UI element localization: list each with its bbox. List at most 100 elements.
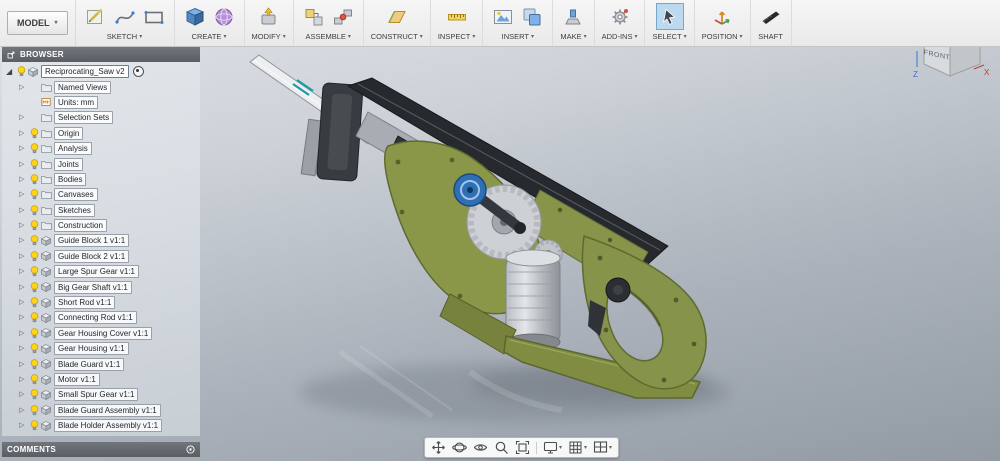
- construction-plane-button[interactable]: [384, 4, 410, 29]
- visibility-bulb-icon[interactable]: [30, 297, 41, 308]
- visibility-bulb-icon[interactable]: [30, 343, 41, 354]
- browser-item-label[interactable]: Bodies: [54, 172, 87, 186]
- toolbar-group-label[interactable]: MODIFY ▾: [252, 32, 286, 41]
- expand-arrow-icon[interactable]: ▷: [19, 237, 30, 244]
- shaft-blade-button[interactable]: [758, 4, 784, 29]
- browser-item-label[interactable]: Large Spur Gear v1:1: [54, 265, 139, 279]
- spline-button[interactable]: [112, 4, 138, 29]
- visibility-bulb-icon[interactable]: [30, 189, 41, 200]
- expand-arrow-icon[interactable]: ▷: [19, 422, 30, 429]
- browser-item[interactable]: ▷ Bodies: [2, 172, 200, 187]
- visibility-bulb-icon[interactable]: [30, 158, 41, 170]
- browser-item[interactable]: ▷ Big Gear Shaft v1:1: [2, 279, 200, 294]
- visibility-bulb-icon[interactable]: [30, 266, 41, 277]
- browser-item[interactable]: ▷ Gear Housing Cover v1:1: [2, 326, 200, 341]
- visibility-bulb-icon[interactable]: [30, 143, 41, 154]
- toolbar-group-label[interactable]: CONSTRUCT ▾: [371, 32, 423, 41]
- browser-item[interactable]: ▷ Joints: [2, 156, 200, 171]
- visibility-bulb-icon[interactable]: [30, 389, 41, 400]
- visibility-bulb-icon[interactable]: [30, 127, 41, 139]
- browser-item-label[interactable]: Origin: [54, 126, 84, 140]
- visibility-bulb-icon[interactable]: [30, 204, 41, 216]
- browser-item-label[interactable]: Big Gear Shaft v1:1: [54, 280, 132, 294]
- browser-item[interactable]: ▷ Origin: [2, 126, 200, 141]
- browser-item[interactable]: ▷ Selection Sets: [2, 110, 200, 125]
- comment-indicator-icon[interactable]: [186, 445, 195, 454]
- visibility-bulb-icon[interactable]: [30, 235, 41, 246]
- display-settings-button[interactable]: ▾: [540, 439, 565, 456]
- browser-item-label[interactable]: Gear Housing v1:1: [54, 342, 129, 356]
- press-pull-button[interactable]: [256, 4, 282, 29]
- browser-header[interactable]: BROWSER: [2, 47, 200, 62]
- browser-item-label[interactable]: Sketches: [54, 203, 95, 217]
- browser-item-label[interactable]: Units: mm: [54, 95, 98, 109]
- saw-model[interactable]: [249, 54, 707, 399]
- workspace-switcher[interactable]: MODEL ▾: [7, 11, 68, 35]
- toolbar-group-label[interactable]: SHAFT: [758, 32, 783, 41]
- toolbar-group-label[interactable]: INSERT ▾: [502, 32, 534, 41]
- new-component-button[interactable]: [301, 4, 327, 29]
- viewports-button[interactable]: ▾: [590, 439, 615, 456]
- handle-knob[interactable]: [605, 277, 631, 303]
- orbit-button[interactable]: [449, 439, 470, 456]
- browser-item[interactable]: ▷ Blade Holder Assembly v1:1: [2, 418, 200, 433]
- primitive-box-button[interactable]: [182, 4, 208, 29]
- toolbar-group-label[interactable]: CREATE ▾: [192, 32, 227, 41]
- browser-item-label[interactable]: Short Rod v1:1: [54, 296, 116, 310]
- browser-item-label[interactable]: Joints: [54, 157, 83, 171]
- expand-arrow-icon[interactable]: ▷: [19, 84, 30, 91]
- attached-canvas-button[interactable]: [490, 4, 516, 29]
- expand-arrow-icon[interactable]: ▷: [19, 176, 30, 183]
- expand-arrow-icon[interactable]: ▷: [19, 161, 30, 168]
- expand-arrow-icon[interactable]: ▷: [19, 253, 30, 260]
- visibility-bulb-icon[interactable]: [30, 358, 41, 370]
- toolbar-group-label[interactable]: MAKE ▾: [560, 32, 586, 41]
- browser-item[interactable]: ▷ Construction: [2, 218, 200, 233]
- comments-bar[interactable]: COMMENTS: [2, 442, 200, 457]
- browser-item-label[interactable]: Analysis: [54, 142, 92, 156]
- toolbar-group-label[interactable]: SELECT ▾: [652, 32, 686, 41]
- expand-arrow-icon[interactable]: ▷: [19, 222, 30, 229]
- browser-item-label[interactable]: Blade Guard v1:1: [54, 357, 125, 371]
- visibility-bulb-icon[interactable]: [30, 281, 41, 293]
- visibility-bulb-icon[interactable]: [30, 220, 41, 231]
- browser-root-label[interactable]: Reciprocating_Saw v2: [41, 65, 129, 79]
- browser-item-label[interactable]: Connecting Rod v1:1: [54, 311, 137, 325]
- browser-item[interactable]: ▷ Guide Block 2 v1:1: [2, 249, 200, 264]
- scripts-addins-button[interactable]: [607, 4, 633, 29]
- sketch-pad-button[interactable]: [83, 4, 109, 29]
- visibility-bulb-icon[interactable]: [30, 420, 41, 431]
- rectangle-button[interactable]: [141, 4, 167, 29]
- browser-item-label[interactable]: Canvases: [54, 188, 98, 202]
- zoom-button[interactable]: [491, 439, 512, 456]
- browser-item-label[interactable]: Guide Block 2 v1:1: [54, 249, 130, 263]
- browser-item[interactable]: ▷ Gear Housing v1:1: [2, 341, 200, 356]
- expand-arrow-icon[interactable]: ▷: [19, 207, 30, 214]
- toolbar-group-label[interactable]: POSITION ▾: [702, 32, 743, 41]
- browser-item-label[interactable]: Construction: [54, 219, 107, 233]
- visibility-bulb-icon[interactable]: [30, 374, 41, 385]
- browser-item-label[interactable]: Motor v1:1: [54, 373, 100, 386]
- browser-item[interactable]: ▷ Analysis: [2, 141, 200, 156]
- browser-item-label[interactable]: Guide Block 1 v1:1: [54, 234, 130, 248]
- expand-arrow-icon[interactable]: ▷: [19, 284, 30, 291]
- form-sphere-button[interactable]: [211, 4, 237, 29]
- browser-item-label[interactable]: Blade Guard Assembly v1:1: [54, 403, 161, 417]
- expand-arrow-icon[interactable]: ▷: [19, 314, 30, 321]
- measure-button[interactable]: [444, 4, 470, 29]
- visibility-bulb-icon[interactable]: [17, 66, 28, 77]
- browser-item-label[interactable]: Gear Housing Cover v1:1: [54, 326, 153, 340]
- 3d-print-button[interactable]: [560, 4, 586, 29]
- joint-button[interactable]: [330, 4, 356, 29]
- expand-arrow-icon[interactable]: ▷: [19, 191, 30, 198]
- browser-item[interactable]: ▷ Sketches: [2, 203, 200, 218]
- browser-item[interactable]: ▷ Motor v1:1: [2, 372, 200, 387]
- expand-arrow-icon[interactable]: ▷: [19, 345, 30, 352]
- toolbar-group-label[interactable]: SKETCH ▾: [107, 32, 142, 41]
- collapse-arrow-icon[interactable]: ◢: [6, 67, 17, 76]
- position-triad-button[interactable]: [709, 4, 735, 29]
- browser-root-item[interactable]: ◢ Reciprocating_Saw v2: [2, 64, 200, 79]
- expand-arrow-icon[interactable]: ▷: [19, 299, 30, 306]
- browser-item[interactable]: Units: mm: [2, 95, 200, 110]
- expand-arrow-icon[interactable]: ▷: [19, 268, 30, 275]
